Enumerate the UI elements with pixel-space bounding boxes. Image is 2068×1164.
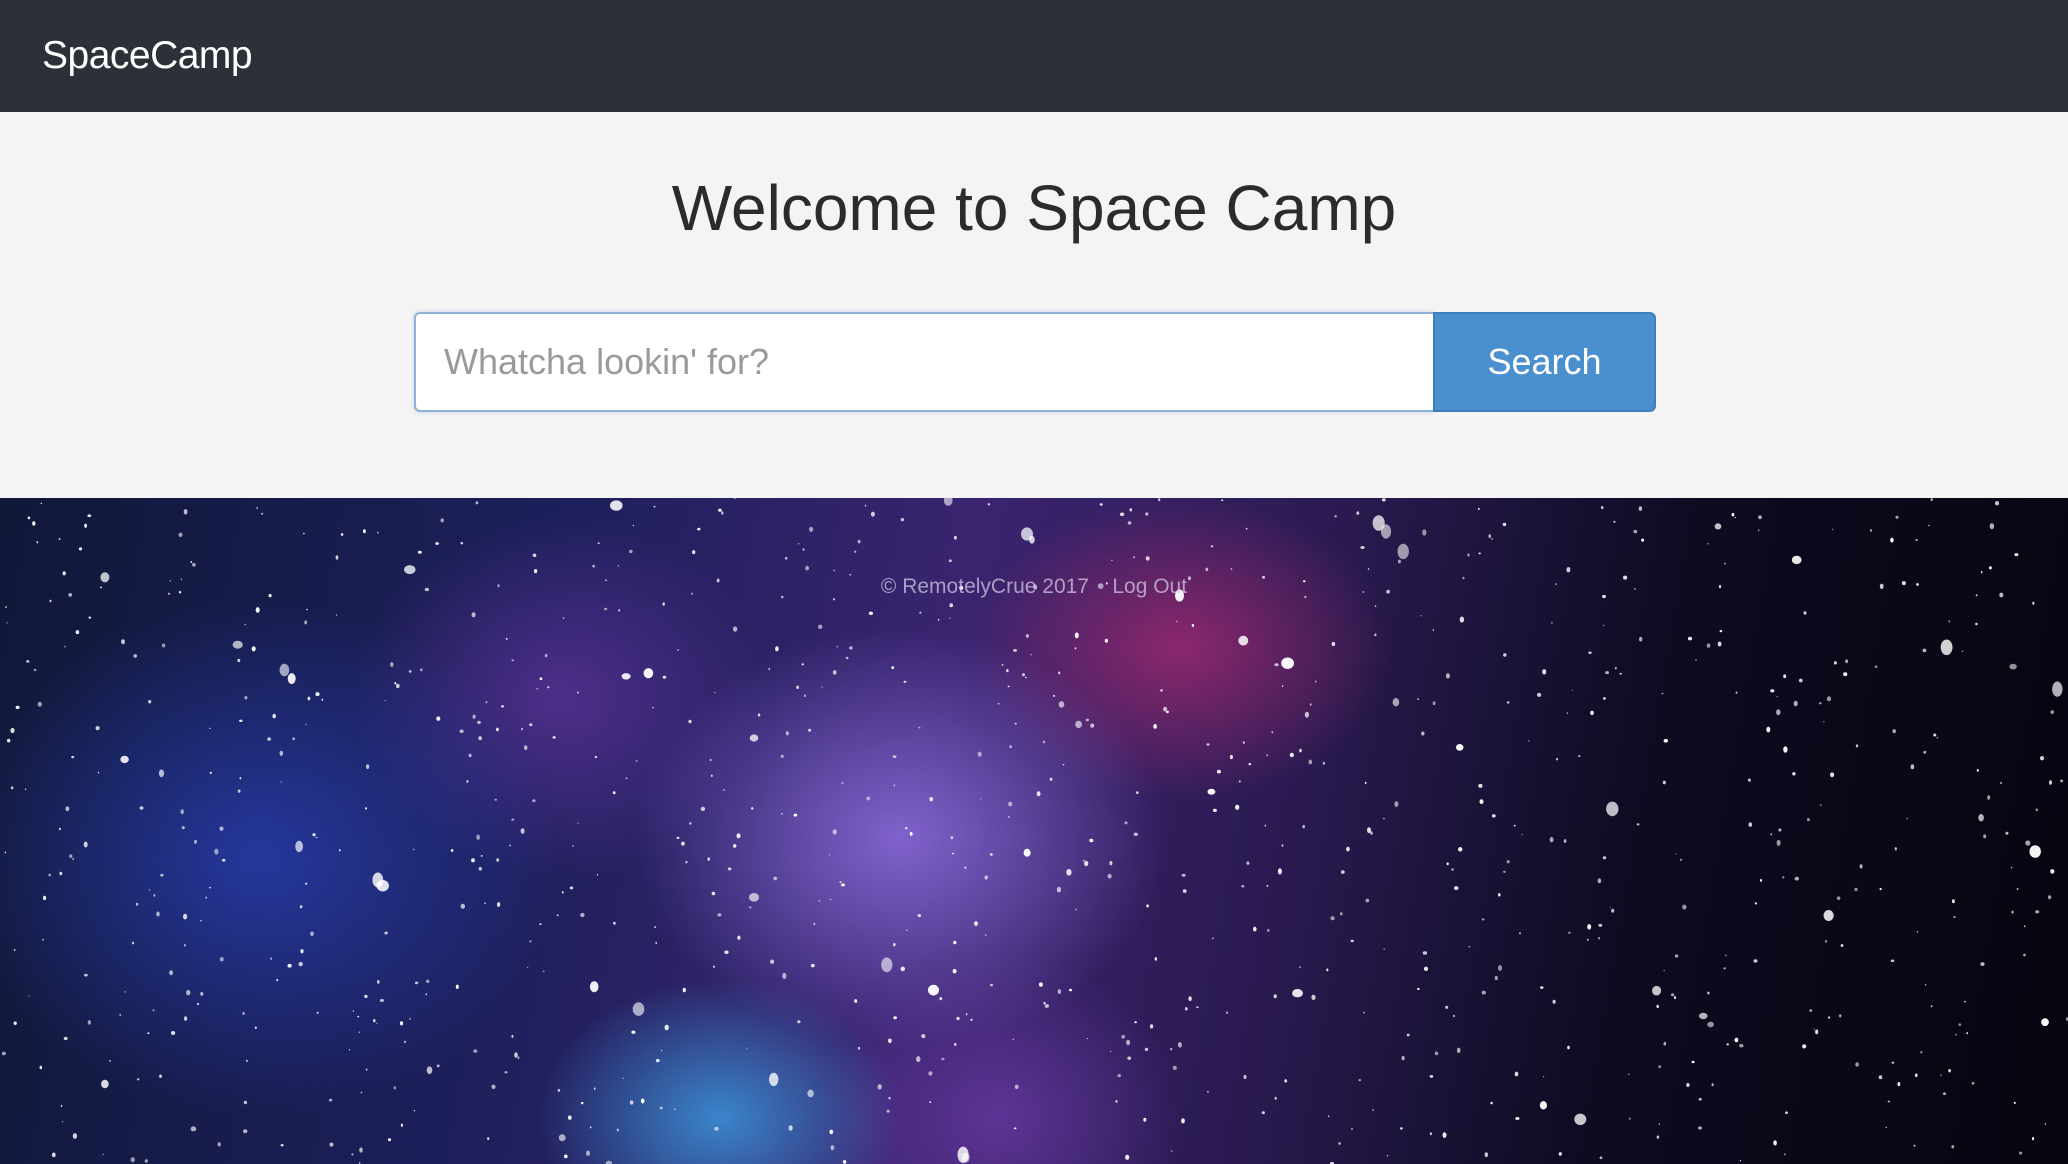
copyright-text: © RemotelyCrue 2017 <box>880 575 1089 598</box>
footer-separator: • <box>1096 575 1105 598</box>
navbar: SpaceCamp <box>0 0 2068 112</box>
search-form: Search <box>414 312 1656 412</box>
page-title: Welcome to Space Camp <box>671 172 1397 244</box>
galaxy-background-image: © RemotelyCrue 2017 • Log Out <box>0 498 2068 1164</box>
hero-section: Welcome to Space Camp Search <box>0 112 2068 498</box>
brand-logo-link[interactable]: SpaceCamp <box>42 32 253 80</box>
search-input[interactable] <box>414 312 1433 412</box>
search-button[interactable]: Search <box>1433 312 1656 412</box>
footer: © RemotelyCrue 2017 • Log Out <box>0 574 2068 600</box>
logout-link[interactable]: Log Out <box>1112 575 1187 598</box>
